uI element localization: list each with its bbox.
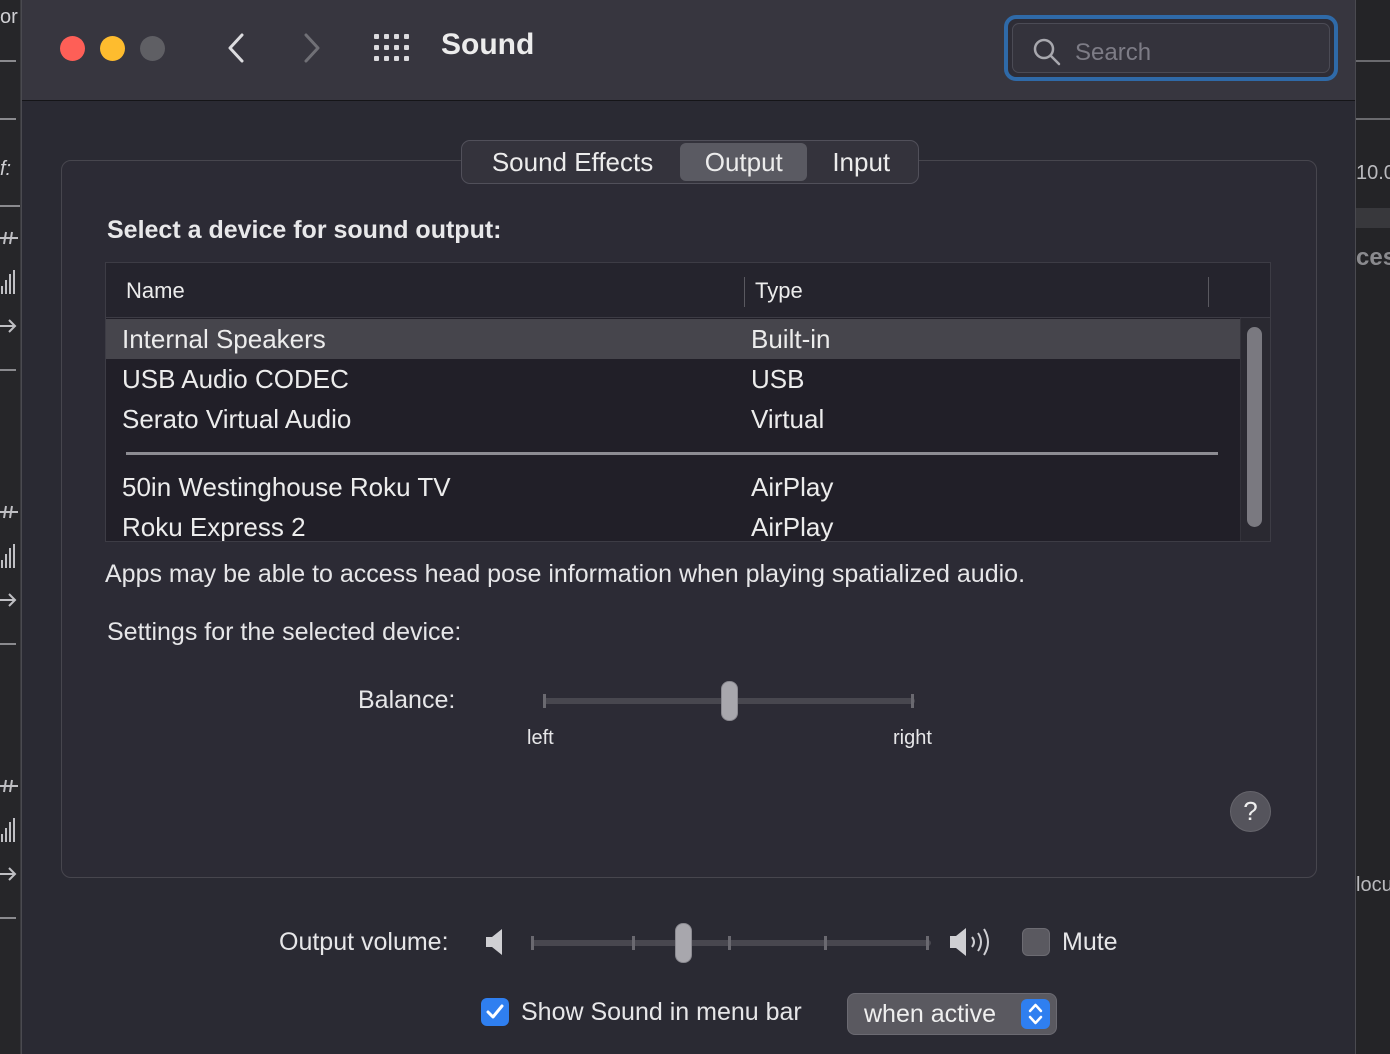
settings-heading: Settings for the selected device: [107, 618, 462, 646]
window-title: Sound [441, 28, 535, 61]
background-divider [1356, 118, 1390, 120]
background-bar [1356, 208, 1390, 228]
background-text-fragment: or [0, 6, 18, 28]
table-row[interactable]: Internal Speakers Built-in [106, 319, 1240, 359]
search-field[interactable]: Search [1004, 15, 1338, 81]
balance-right-label: right [893, 727, 932, 749]
show-when-value: when active [864, 1000, 997, 1028]
background-app-left-edge: or f: [0, 0, 21, 1054]
background-track-icons [0, 779, 18, 919]
table-scrollbar-thumb[interactable] [1247, 327, 1262, 527]
table-header: Name Type [106, 263, 1270, 318]
device-type: AirPlay [751, 472, 834, 502]
show-in-menu-bar-checkbox[interactable] [481, 998, 509, 1026]
device-type: Built-in [751, 324, 831, 354]
device-type: AirPlay [751, 512, 834, 542]
slider-tick [543, 694, 546, 708]
background-text-fragment: f: [0, 158, 12, 180]
background-divider [1356, 60, 1390, 62]
zoom-button[interactable] [140, 36, 165, 61]
background-divider [0, 205, 20, 207]
close-button[interactable] [60, 36, 85, 61]
title-bar: Sound Search [22, 0, 1355, 101]
help-button[interactable]: ? [1230, 791, 1271, 832]
background-app-right-edge: 10.0 ces locu [1356, 0, 1390, 1054]
head-pose-info-text: Apps may be able to access head pose inf… [105, 560, 1026, 588]
balance-slider-knob[interactable] [720, 681, 738, 721]
tab-input[interactable]: Input [807, 143, 915, 181]
table-row[interactable]: Serato Virtual Audio Virtual [106, 399, 1240, 439]
volume-slider-track[interactable] [531, 940, 931, 946]
output-heading: Select a device for sound output: [107, 216, 502, 244]
device-name: Internal Speakers [122, 324, 326, 354]
table-row[interactable]: USB Audio CODEC USB [106, 359, 1240, 399]
search-placeholder: Search [1075, 39, 1152, 66]
background-track-icons [0, 231, 18, 371]
sound-preferences-window: Sound Search Sound Effects Output Input … [21, 0, 1356, 1054]
popup-arrows [1021, 999, 1050, 1029]
column-header-name[interactable]: Name [126, 278, 185, 304]
show-in-menu-bar-label[interactable]: Show Sound in menu bar [521, 998, 802, 1027]
chevron-right-icon [304, 33, 320, 63]
background-track-icons [0, 505, 18, 645]
slider-tick [911, 694, 914, 708]
slider-tick [926, 936, 929, 950]
show-when-popup[interactable]: when active [847, 993, 1057, 1035]
background-text-fragment: ces [1356, 244, 1390, 271]
forward-button[interactable] [295, 28, 329, 68]
device-type: Virtual [751, 404, 825, 434]
device-name: Roku Express 2 [122, 512, 306, 542]
background-divider [0, 118, 16, 120]
table-row[interactable]: 50in Westinghouse Roku TV AirPlay [106, 467, 1240, 507]
output-volume-label: Output volume: [279, 928, 449, 956]
background-text-fragment: 10.0 [1356, 162, 1390, 184]
speaker-high-icon[interactable] [948, 924, 998, 960]
back-button[interactable] [219, 28, 253, 68]
tab-bar: Sound Effects Output Input [461, 140, 919, 184]
output-device-table[interactable]: Name Type Internal Speakers Built-in USB… [105, 262, 1271, 542]
speaker-low-icon[interactable] [484, 926, 508, 958]
balance-left-label: left [527, 727, 554, 749]
checkmark-icon [486, 1004, 504, 1019]
column-separator [744, 277, 745, 307]
tab-output[interactable]: Output [680, 143, 808, 181]
search-field-inner[interactable]: Search [1012, 23, 1330, 73]
search-icon [1033, 38, 1061, 66]
device-name: USB Audio CODEC [122, 364, 349, 394]
chevron-up-down-icon [1028, 1003, 1043, 1025]
column-separator [1208, 277, 1209, 307]
mute-label[interactable]: Mute [1062, 928, 1118, 957]
mute-checkbox[interactable] [1022, 928, 1050, 956]
volume-slider-knob[interactable] [674, 923, 692, 963]
slider-tick [632, 936, 635, 950]
slider-tick [531, 936, 534, 950]
device-type: USB [751, 364, 805, 394]
background-text-fragment: locu [1356, 874, 1390, 896]
device-name: Serato Virtual Audio [122, 404, 352, 434]
table-row[interactable]: Roku Express 2 AirPlay [106, 507, 1240, 542]
device-name: 50in Westinghouse Roku TV [122, 472, 451, 502]
show-all-grid-icon[interactable] [372, 32, 412, 64]
slider-tick [824, 936, 827, 950]
balance-label: Balance: [358, 686, 456, 714]
column-header-type[interactable]: Type [755, 278, 803, 304]
minimize-button[interactable] [100, 36, 125, 61]
tab-sound-effects[interactable]: Sound Effects [465, 143, 680, 181]
chevron-left-icon [228, 33, 244, 63]
slider-tick [728, 936, 731, 950]
device-group-divider [126, 452, 1218, 455]
background-divider [0, 60, 16, 62]
